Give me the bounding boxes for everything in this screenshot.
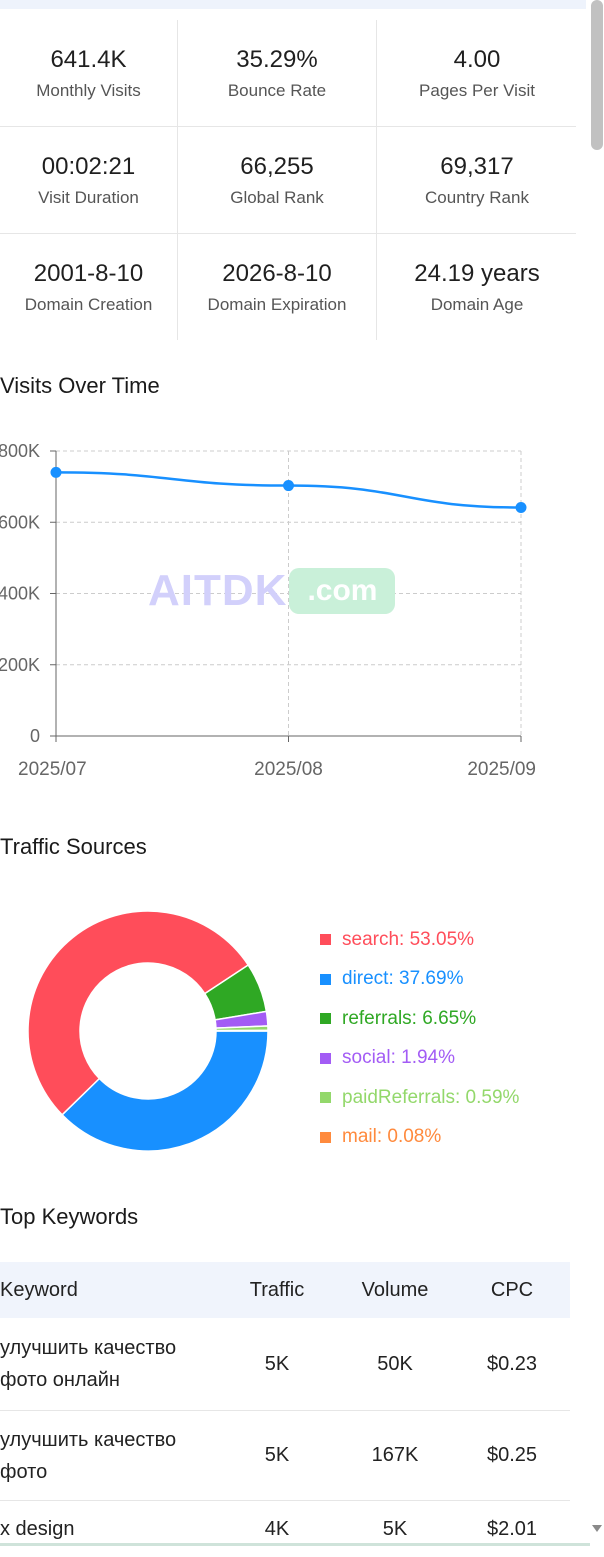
- legend-item-paidReferrals[interactable]: paidReferrals: 0.59%: [320, 1078, 519, 1118]
- keywords-table: Keyword Traffic Volume CPC улучшить каче…: [0, 1262, 570, 1557]
- legend-swatch: [320, 1013, 331, 1025]
- stats-grid: 641.4K Monthly Visits 35.29% Bounce Rate…: [0, 20, 576, 340]
- x-tick-label: 2025/09: [467, 759, 536, 780]
- keyword-cell: x design: [0, 1518, 75, 1540]
- traffic-donut-chart: [27, 910, 269, 1152]
- cpc-cell: $0.23: [486, 1352, 538, 1375]
- donut-slice-direct: [61, 1030, 269, 1152]
- stat-pages-per-visit: 4.00 Pages Per Visit: [376, 20, 577, 126]
- legend-swatch: [320, 1052, 331, 1064]
- scroll-down-icon[interactable]: [592, 1525, 602, 1532]
- legend-item-mail[interactable]: mail: 0.08%: [320, 1118, 519, 1158]
- table-row: улучшить качество фото онлайн 5K 50K $0.…: [0, 1318, 570, 1411]
- stat-domain-expiration: 2026-8-10 Domain Expiration: [177, 234, 376, 340]
- volume-cell: 50K: [377, 1352, 413, 1375]
- legend-item-direct[interactable]: direct: 37.69%: [320, 960, 519, 1000]
- stat-monthly-visits: 641.4K Monthly Visits: [0, 20, 177, 126]
- stat-bounce-rate: 35.29% Bounce Rate: [177, 20, 376, 126]
- legend-label: referrals: 6.65%: [342, 1007, 477, 1029]
- legend-item-search[interactable]: search: 53.05%: [320, 920, 519, 960]
- stat-value: 2026-8-10: [222, 260, 332, 287]
- traffic-cell: 5K: [264, 1444, 290, 1466]
- stat-label: Visit Duration: [38, 188, 139, 207]
- x-tick-label: 2025/07: [18, 759, 87, 780]
- scrollbar[interactable]: [590, 0, 604, 1546]
- traffic-legend: search: 53.05% direct: 37.69% referrals: 6…: [320, 920, 519, 1157]
- visits-over-time-title: Visits Over Time: [0, 373, 160, 398]
- stat-domain-creation: 2001-8-10 Domain Creation: [0, 234, 177, 340]
- legend-label: search: 53.05%: [342, 928, 475, 950]
- watermark-brand: AITDK: [148, 566, 288, 615]
- stat-label: Domain Creation: [24, 295, 153, 314]
- traffic-cell: 5K: [264, 1352, 290, 1375]
- legend-item-referrals[interactable]: referrals: 6.65%: [320, 999, 519, 1039]
- stat-value: 4.00: [453, 46, 501, 73]
- legend-swatch: [320, 934, 331, 946]
- stat-label: Bounce Rate: [227, 81, 327, 100]
- header-cpc: CPC: [490, 1278, 534, 1301]
- legend-swatch: [320, 973, 331, 985]
- y-tick-label: 600K: [0, 512, 40, 532]
- legend-item-social[interactable]: social: 1.94%: [320, 1039, 519, 1079]
- stats-row: 00:02:21 Visit Duration 66,255 Global Ra…: [0, 126, 576, 233]
- stat-domain-age: 24.19 years Domain Age: [376, 234, 577, 340]
- data-point: [283, 480, 294, 492]
- stat-value: 00:02:21: [41, 153, 136, 180]
- stats-row: 641.4K Monthly Visits 35.29% Bounce Rate…: [0, 20, 576, 126]
- watermark-suffix: .com: [289, 568, 396, 614]
- legend-label: social: 1.94%: [342, 1047, 456, 1069]
- table-row: улучшить качество фото 5K 167K $0.25: [0, 1411, 570, 1501]
- legend-label: direct: 37.69%: [342, 968, 464, 990]
- stat-label: Country Rank: [425, 188, 529, 207]
- table-row: x design 4K 5K $2.01: [0, 1501, 570, 1557]
- stat-country-rank: 69,317 Country Rank: [376, 127, 577, 233]
- stat-value: 24.19 years: [414, 260, 540, 287]
- keyword-cell: улучшить качество фото: [0, 1428, 177, 1483]
- keyword-cell: улучшить качество фото онлайн: [0, 1337, 177, 1391]
- stat-value: 69,317: [440, 153, 514, 180]
- donut-slice-mail: [215, 1029, 269, 1032]
- data-point: [50, 466, 62, 478]
- traffic-sources-title: Traffic Sources: [0, 834, 147, 859]
- traffic-cell: 4K: [264, 1517, 290, 1540]
- scrollbar-thumb[interactable]: [591, 0, 603, 150]
- stat-visit-duration: 00:02:21 Visit Duration: [0, 127, 177, 233]
- cpc-cell: $0.25: [486, 1444, 538, 1466]
- stat-global-rank: 66,255 Global Rank: [177, 127, 376, 233]
- stat-label: Domain Age: [430, 295, 524, 314]
- legend-label: mail: 0.08%: [342, 1126, 442, 1148]
- y-tick-label: 0: [30, 726, 40, 746]
- y-tick-label: 200K: [0, 655, 40, 675]
- header-traffic: Traffic: [249, 1278, 305, 1301]
- stat-label: Domain Expiration: [207, 295, 347, 314]
- x-tick-label: 2025/08: [254, 759, 323, 780]
- data-point: [515, 502, 527, 514]
- stat-label: Pages Per Visit: [419, 81, 535, 100]
- stat-value: 66,255: [240, 153, 314, 180]
- stat-label: Global Rank: [230, 188, 324, 207]
- y-tick-label: 800K: [0, 441, 40, 461]
- stat-label: Monthly Visits: [36, 81, 141, 100]
- aitdk-watermark: AITDK .com: [148, 566, 396, 615]
- keywords-table-header: Keyword Traffic Volume CPC: [0, 1262, 570, 1318]
- header-volume: Volume: [361, 1278, 429, 1301]
- legend-swatch: [320, 1131, 331, 1143]
- volume-cell: 5K: [382, 1517, 408, 1540]
- y-tick-label: 400K: [0, 584, 40, 604]
- stat-value: 2001-8-10: [33, 260, 144, 287]
- stat-value: 641.4K: [50, 46, 127, 73]
- legend-label: paidReferrals: 0.59%: [342, 1086, 520, 1108]
- volume-cell: 167K: [371, 1444, 419, 1466]
- cpc-cell: $2.01: [486, 1517, 538, 1540]
- header-keyword: Keyword: [0, 1279, 78, 1301]
- stat-value: 35.29%: [236, 46, 318, 73]
- header-band: [0, 0, 586, 9]
- top-keywords-title: Top Keywords: [0, 1204, 139, 1229]
- legend-swatch: [320, 1092, 331, 1104]
- stats-row: 2001-8-10 Domain Creation 2026-8-10 Doma…: [0, 233, 576, 340]
